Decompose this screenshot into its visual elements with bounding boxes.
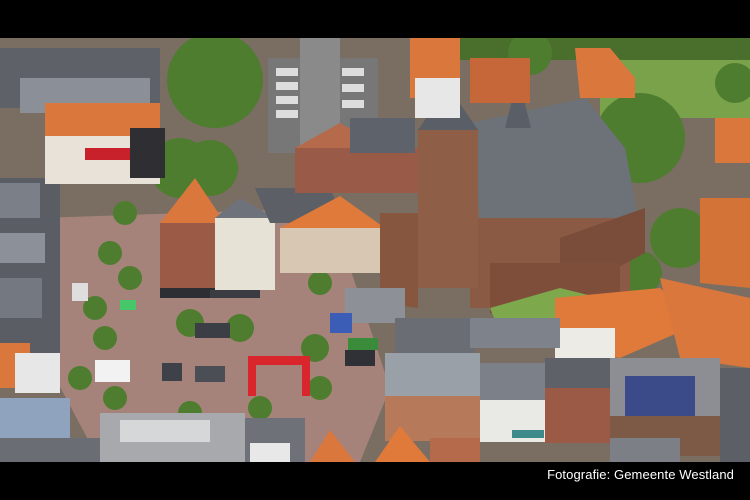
church-tower — [418, 128, 478, 288]
aerial-town-photo — [0, 38, 750, 462]
photo-frame: Fotografie: Gemeente Westland — [0, 0, 750, 500]
orange-roof-house-left — [45, 103, 165, 184]
photo-credit: Fotografie: Gemeente Westland — [547, 467, 734, 482]
